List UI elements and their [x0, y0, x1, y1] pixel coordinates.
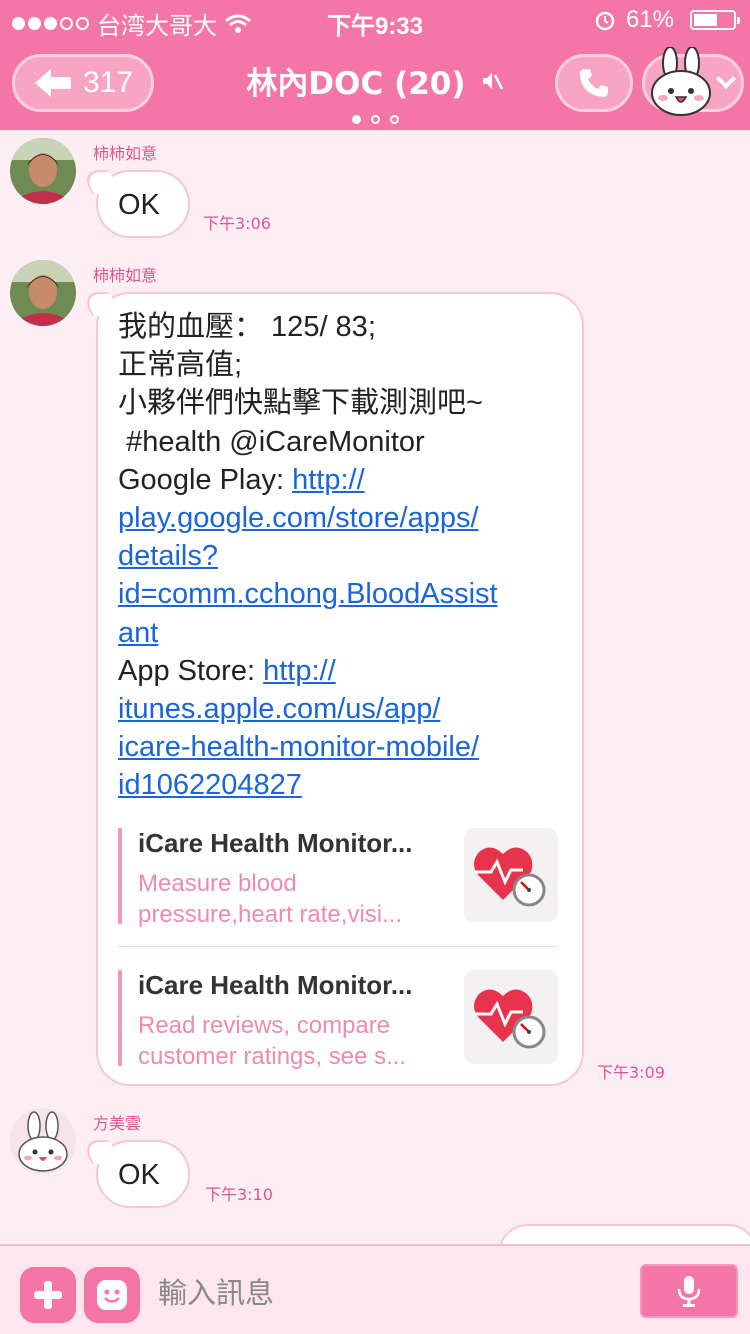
preview-title: iCare Health Monitor...: [138, 828, 413, 858]
preview-title: iCare Health Monitor...: [138, 970, 413, 1000]
avatar[interactable]: [10, 1108, 76, 1174]
chat-header: 317 林內DOC (20): [0, 40, 750, 130]
plus-icon: [34, 1281, 62, 1309]
message-bubble[interactable]: OK: [96, 170, 190, 238]
text-line: 我的血壓： 125/ 83;: [118, 311, 376, 343]
app-store-link[interactable]: icare-health-monitor-mobile/: [118, 731, 479, 763]
message-bubble[interactable]: OK: [96, 1140, 190, 1208]
wifi-icon: [225, 14, 251, 33]
unread-count: 317: [83, 66, 134, 99]
chat-area[interactable]: 柿柿如意 OK 下午3:06 柿柿如意 我的血壓： 125/ 83; 正常高值;…: [0, 130, 750, 1244]
voice-message-button[interactable]: [640, 1264, 738, 1318]
message-bubble[interactable]: 我的血壓： 125/ 83; 正常高值; 小夥伴們快點擊下載測測吧~ #heal…: [96, 292, 584, 1086]
preview-desc-line: Read reviews, compare: [138, 1012, 391, 1039]
message-text: OK: [118, 189, 160, 221]
text-line: 正常高值;: [118, 349, 243, 382]
preview-description: Measure blood pressure,heart rate,visi...: [138, 868, 448, 930]
preview-divider: [118, 946, 558, 947]
text-line: App Store:: [118, 654, 264, 687]
google-play-link[interactable]: play.google.com/store/apps/: [118, 502, 479, 534]
message-text: OK: [118, 1159, 160, 1191]
link-preview-card[interactable]: iCare Health Monitor... Measure blood pre…: [118, 828, 558, 928]
battery-icon: [690, 10, 740, 30]
heart-monitor-icon: [474, 989, 546, 1049]
carrier-info: 台湾大哥大: [12, 6, 251, 41]
back-button[interactable]: 317: [12, 54, 154, 112]
sender-name: 方美雲: [93, 1114, 142, 1133]
text-line: 小夥伴們快點擊下載測測吧~: [118, 387, 483, 420]
chat-title-area[interactable]: 林內DOC (20): [200, 58, 550, 124]
mute-icon: [482, 72, 503, 90]
message-input[interactable]: 輸入訊息: [158, 1270, 618, 1316]
sender-name: 柿柿如意: [93, 144, 158, 163]
google-play-link[interactable]: id=comm.cchong.BloodAssist: [118, 578, 498, 610]
app-store-link[interactable]: id1062204827: [118, 769, 302, 801]
message-time: 下午3:09: [597, 1063, 665, 1082]
preview-description: Read reviews, compare customer ratings, s…: [138, 1010, 448, 1072]
add-attachment-button[interactable]: [20, 1267, 76, 1323]
alarm-icon: [595, 11, 615, 31]
app-store-link[interactable]: http://: [263, 655, 336, 687]
bunny-sticker-icon: [651, 47, 711, 116]
menu-button[interactable]: [642, 47, 744, 116]
heart-monitor-icon: [474, 847, 546, 907]
google-play-link[interactable]: details?: [118, 540, 218, 572]
chevron-down-icon: [716, 69, 736, 89]
signal-icon: [12, 17, 89, 30]
preview-desc-line: pressure,heart rate,visi...: [138, 901, 403, 928]
text-line: Google Play:: [118, 463, 293, 496]
text-line: #health @iCareMonitor: [118, 425, 425, 458]
google-play-link[interactable]: http://: [292, 464, 365, 496]
back-arrow-icon: [35, 69, 71, 97]
outgoing-message-bubble[interactable]: [498, 1224, 750, 1244]
sender-name: 柿柿如意: [93, 266, 158, 285]
call-button[interactable]: [555, 54, 633, 112]
microphone-icon: [677, 1276, 701, 1307]
chat-title: 林內DOC (20): [246, 66, 466, 102]
sticker-button[interactable]: [84, 1267, 140, 1323]
phone-icon: [580, 69, 608, 97]
page-indicator: [200, 115, 550, 124]
preview-accent-bar: [118, 828, 122, 924]
battery-percent: 61%: [625, 6, 674, 33]
avatar[interactable]: [10, 138, 76, 204]
status-right: 61%: [594, 6, 740, 34]
link-preview-card[interactable]: iCare Health Monitor... Read reviews, co…: [118, 970, 558, 1070]
preview-desc-line: customer ratings, see s...: [138, 1043, 407, 1070]
smiley-icon: [97, 1280, 127, 1310]
preview-accent-bar: [118, 970, 122, 1066]
carrier-name: 台湾大哥大: [97, 13, 217, 40]
preview-thumbnail: [464, 828, 558, 922]
google-play-link[interactable]: ant: [118, 617, 158, 649]
preview-desc-line: Measure blood: [138, 870, 297, 897]
status-bar: 台湾大哥大 下午9:33 61%: [0, 0, 750, 40]
app-store-link[interactable]: itunes.apple.com/us/app/: [118, 693, 440, 725]
message-time: 下午3:06: [203, 214, 271, 233]
input-bar: 輸入訊息: [0, 1244, 750, 1334]
preview-thumbnail: [464, 970, 558, 1064]
message-time: 下午3:10: [205, 1185, 273, 1204]
avatar[interactable]: [10, 260, 76, 326]
message-text: 我的血壓： 125/ 83; 正常高值; 小夥伴們快點擊下載測測吧~ #heal…: [118, 308, 562, 805]
